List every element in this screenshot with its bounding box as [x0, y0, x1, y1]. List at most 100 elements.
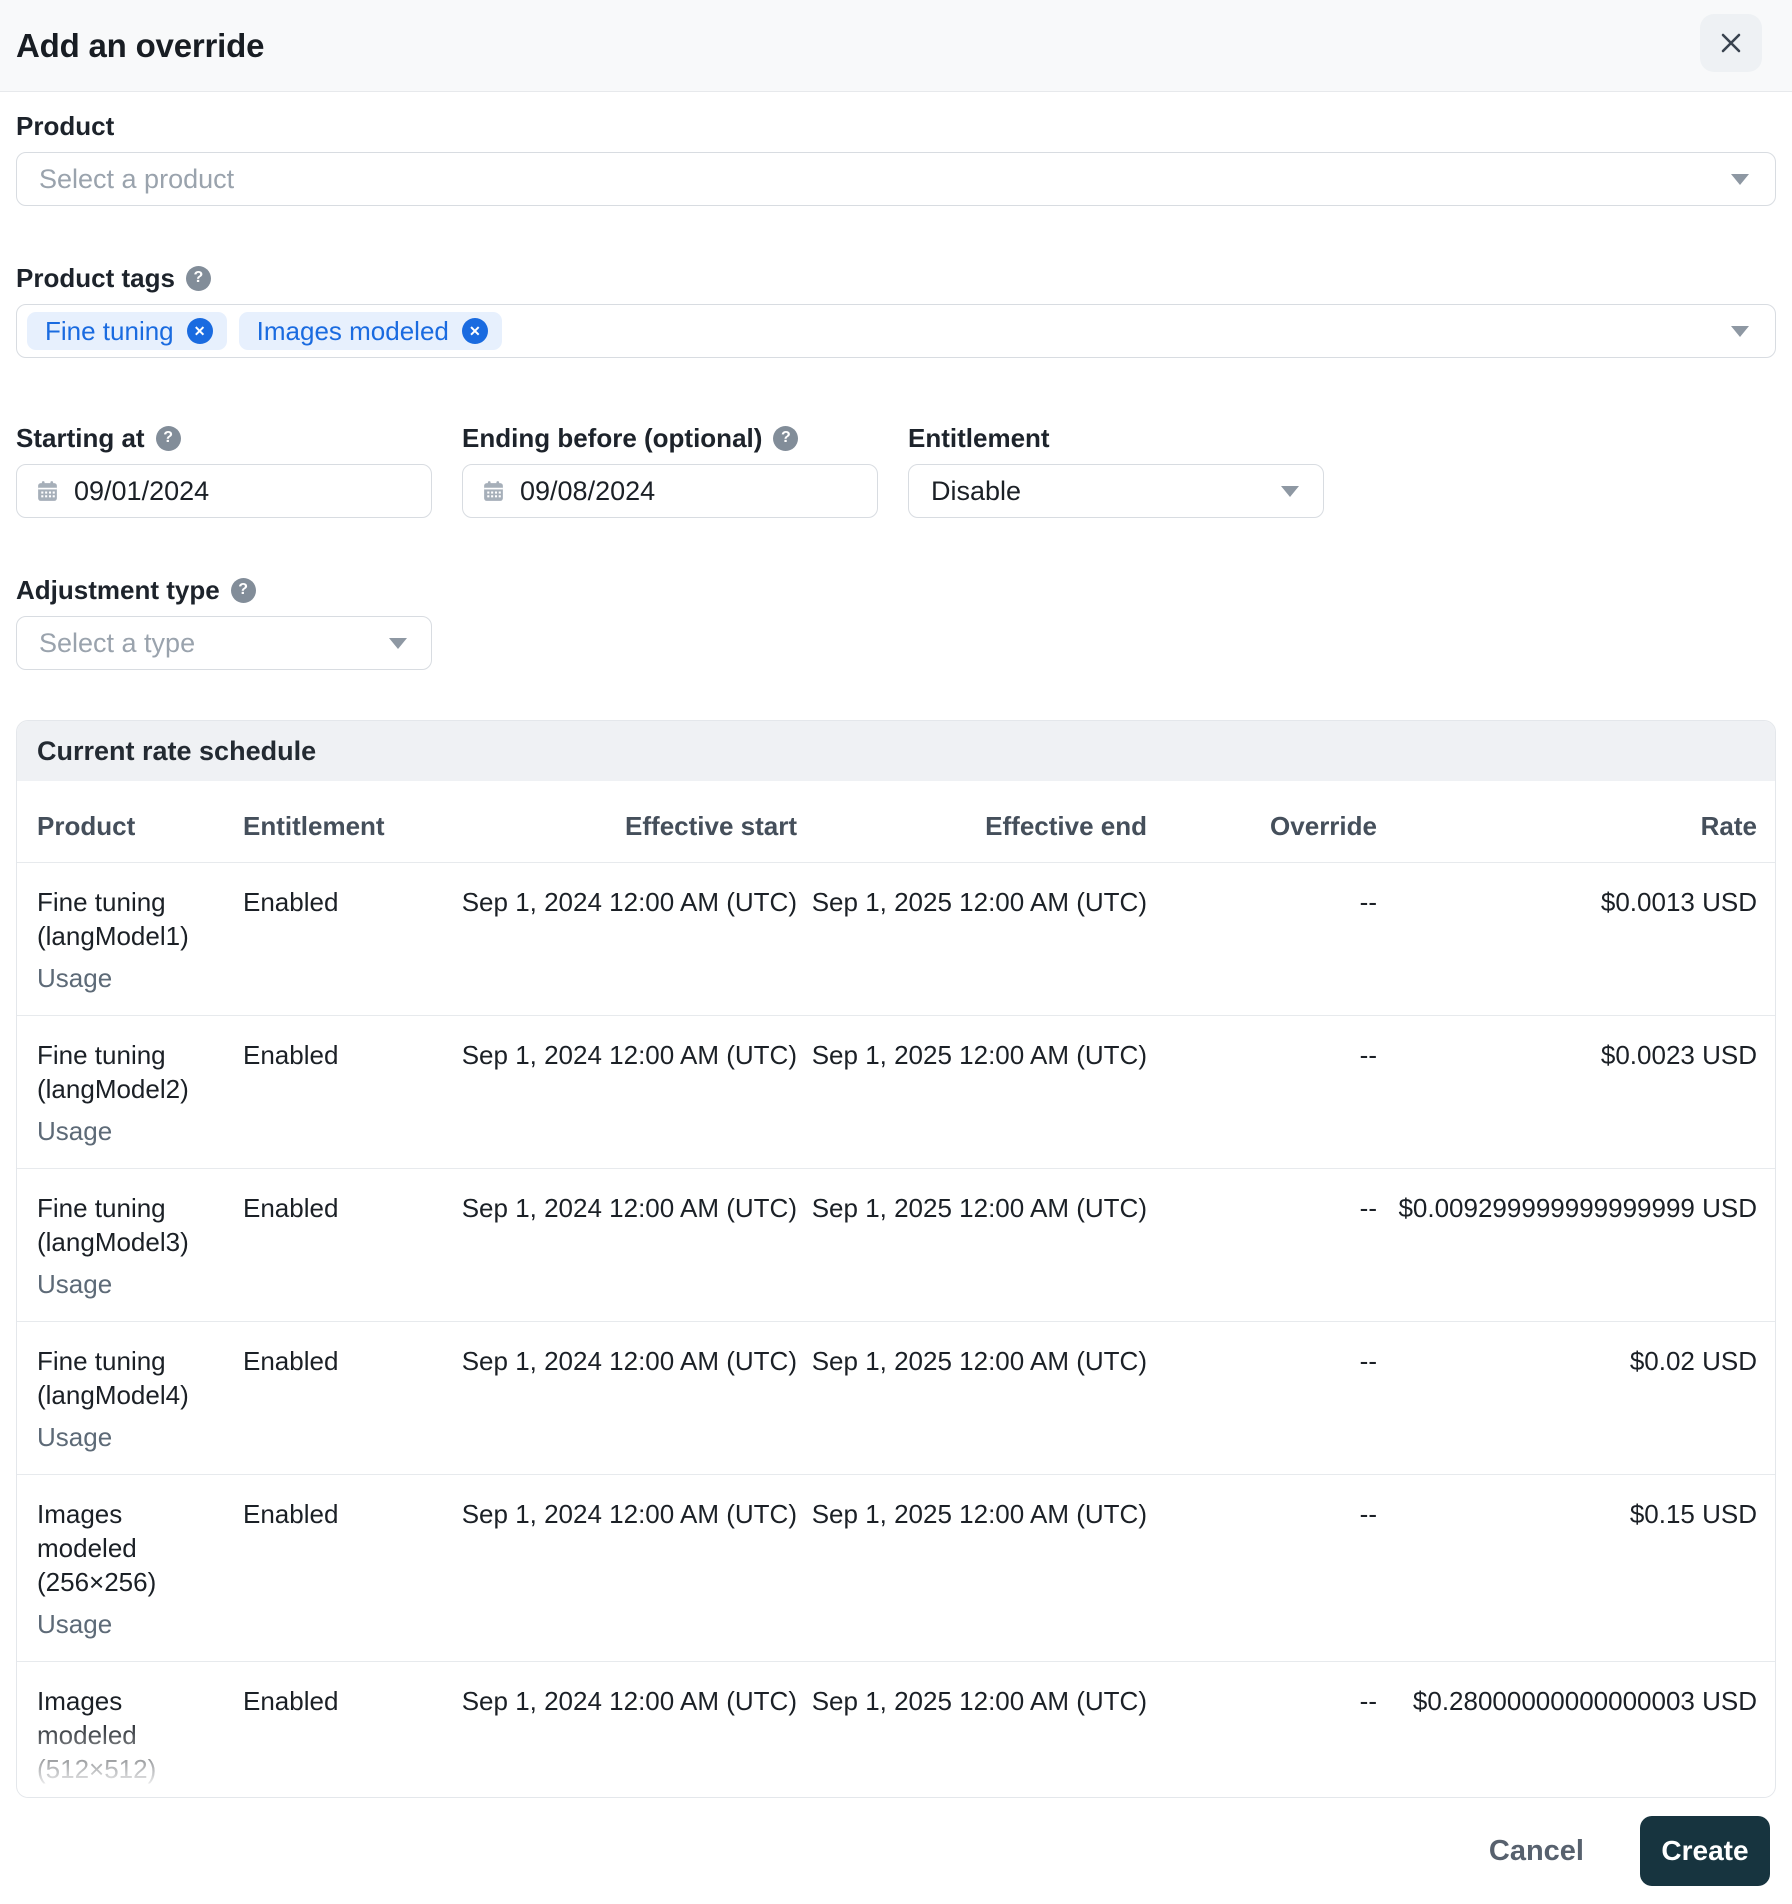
usage-link[interactable]: Usage: [37, 1607, 112, 1641]
effective-start-cell: Sep 1, 2024 12:00 AM (UTC): [461, 887, 797, 917]
entitlement-cell: Enabled: [243, 1499, 339, 1529]
product-name: Fine tuning (langModel4): [37, 1346, 189, 1410]
tag-remove-icon[interactable]: ✕: [186, 318, 213, 344]
page-title: Add an override: [16, 26, 265, 64]
effective-end-cell: Sep 1, 2025 12:00 AM (UTC): [811, 887, 1147, 917]
close-button[interactable]: [1700, 14, 1762, 72]
column-header-effective-end: Effective end: [985, 811, 1147, 841]
tag-label: Images modeled: [256, 315, 449, 346]
column-header-effective-start: Effective start: [625, 811, 797, 841]
product-name: Fine tuning (langModel1): [37, 887, 189, 951]
tag-images-modeled: Images modeled ✕: [238, 312, 502, 350]
product-cell: Images modeled (512×512) Usage: [37, 1684, 217, 1797]
product-cell: Fine tuning (langModel1) Usage: [37, 885, 217, 995]
effective-start-cell: Sep 1, 2024 12:00 AM (UTC): [461, 1499, 797, 1529]
override-cell: --: [1359, 887, 1377, 917]
rate-cell: $0.0013 USD: [1600, 887, 1757, 917]
rate-cell: $0.0023 USD: [1600, 1040, 1757, 1070]
column-header-rate: Rate: [1700, 811, 1757, 841]
product-name: Fine tuning (langModel3): [37, 1193, 189, 1257]
help-icon[interactable]: ?: [773, 425, 799, 451]
effective-end-cell: Sep 1, 2025 12:00 AM (UTC): [811, 1040, 1147, 1070]
effective-end-cell: Sep 1, 2025 12:00 AM (UTC): [811, 1686, 1147, 1716]
adjustment-type-label: Adjustment type: [16, 575, 220, 605]
chevron-down-icon: [389, 637, 407, 649]
usage-link[interactable]: Usage: [37, 1267, 112, 1301]
usage-link[interactable]: Usage: [37, 961, 112, 995]
adjustment-type-placeholder: Select a type: [39, 627, 196, 658]
override-cell: --: [1359, 1346, 1377, 1376]
entitlement-cell: Enabled: [243, 1686, 339, 1716]
entitlement-label: Entitlement: [908, 423, 1050, 453]
entitlement-cell: Enabled: [243, 1346, 339, 1376]
entitlement-select[interactable]: Disable: [908, 464, 1324, 518]
help-icon[interactable]: ?: [230, 577, 256, 603]
effective-start-cell: Sep 1, 2024 12:00 AM (UTC): [461, 1686, 797, 1716]
table-header-row: Product Entitlement Effective start Effe…: [17, 781, 1775, 863]
chevron-down-icon: [1281, 485, 1299, 497]
override-cell: --: [1359, 1040, 1377, 1070]
product-select-placeholder: Select a product: [39, 163, 235, 194]
effective-start-cell: Sep 1, 2024 12:00 AM (UTC): [461, 1040, 797, 1070]
table-row: Fine tuning (langModel2) Usage Enabled S…: [17, 1016, 1775, 1169]
entitlement-cell: Enabled: [243, 1040, 339, 1070]
entitlement-cell: Enabled: [243, 887, 339, 917]
adjustment-type-field-group: Adjustment type ? Select a type: [16, 574, 432, 670]
starting-at-input[interactable]: 09/01/2024: [16, 464, 432, 518]
create-button[interactable]: Create: [1640, 1816, 1770, 1886]
product-cell: Fine tuning (langModel3) Usage: [37, 1191, 217, 1301]
product-cell: Fine tuning (langModel4) Usage: [37, 1344, 217, 1454]
usage-link[interactable]: Usage: [37, 1114, 112, 1148]
effective-start-cell: Sep 1, 2024 12:00 AM (UTC): [461, 1193, 797, 1223]
ending-before-value: 09/08/2024: [520, 475, 656, 506]
modal-footer: Cancel Create: [0, 1798, 1792, 1904]
help-icon[interactable]: ?: [155, 425, 181, 451]
table-row: Fine tuning (langModel3) Usage Enabled S…: [17, 1169, 1775, 1322]
chevron-down-icon: [1731, 325, 1749, 337]
tag-fine-tuning: Fine tuning ✕: [27, 312, 227, 350]
column-header-override: Override: [1270, 811, 1377, 841]
product-name: Images modeled (256×256): [37, 1499, 157, 1597]
tag-remove-icon[interactable]: ✕: [461, 318, 488, 344]
current-rate-schedule-card: Current rate schedule Product Entitlemen…: [16, 720, 1776, 1798]
table-body: Fine tuning (langModel1) Usage Enabled S…: [17, 863, 1775, 1797]
adjustment-type-select[interactable]: Select a type: [16, 616, 432, 670]
product-tags-select[interactable]: Fine tuning ✕ Images modeled ✕: [16, 304, 1776, 358]
effective-start-cell: Sep 1, 2024 12:00 AM (UTC): [461, 1346, 797, 1376]
column-header-product: Product: [37, 811, 136, 841]
table-row: Fine tuning (langModel4) Usage Enabled S…: [17, 1322, 1775, 1475]
product-name: Fine tuning (langModel2): [37, 1040, 189, 1104]
entitlement-value: Disable: [931, 475, 1022, 506]
product-select[interactable]: Select a product: [16, 152, 1776, 206]
calendar-icon: [481, 479, 506, 504]
tag-label: Fine tuning: [45, 315, 174, 346]
rate-cell: $0.02 USD: [1629, 1346, 1757, 1376]
card-title: Current rate schedule: [37, 735, 317, 766]
modal-header: Add an override: [0, 0, 1792, 92]
ending-before-input[interactable]: 09/08/2024: [462, 464, 878, 518]
chevron-down-icon: [1731, 173, 1749, 185]
calendar-icon: [35, 479, 60, 504]
starting-at-label: Starting at: [16, 423, 145, 453]
starting-at-field-group: Starting at ? 09/01/2024: [16, 422, 432, 518]
product-label: Product: [16, 111, 115, 141]
rate-cell: $0.15 USD: [1629, 1499, 1757, 1529]
table-row: Images modeled (256×256) Usage Enabled S…: [17, 1475, 1775, 1662]
rate-cell: $0.009299999999999999 USD: [1398, 1193, 1757, 1223]
column-header-entitlement: Entitlement: [243, 811, 385, 841]
usage-link[interactable]: Usage: [37, 1420, 112, 1454]
override-cell: --: [1359, 1686, 1377, 1716]
rate-cell: $0.28000000000000003 USD: [1412, 1686, 1757, 1716]
ending-before-field-group: Ending before (optional) ? 09/08/2024: [462, 422, 878, 518]
product-name: Images modeled (512×512): [37, 1686, 157, 1784]
product-cell: Fine tuning (langModel2) Usage: [37, 1038, 217, 1148]
cancel-button[interactable]: Cancel: [1483, 1834, 1590, 1869]
product-cell: Images modeled (256×256) Usage: [37, 1497, 217, 1641]
ending-before-label: Ending before (optional): [462, 423, 763, 453]
close-icon: [1717, 29, 1745, 57]
entitlement-field-group: Entitlement Disable: [908, 422, 1324, 518]
effective-end-cell: Sep 1, 2025 12:00 AM (UTC): [811, 1346, 1147, 1376]
help-icon[interactable]: ?: [185, 265, 211, 291]
product-tags-label: Product tags: [16, 263, 175, 293]
starting-at-value: 09/01/2024: [74, 475, 210, 506]
